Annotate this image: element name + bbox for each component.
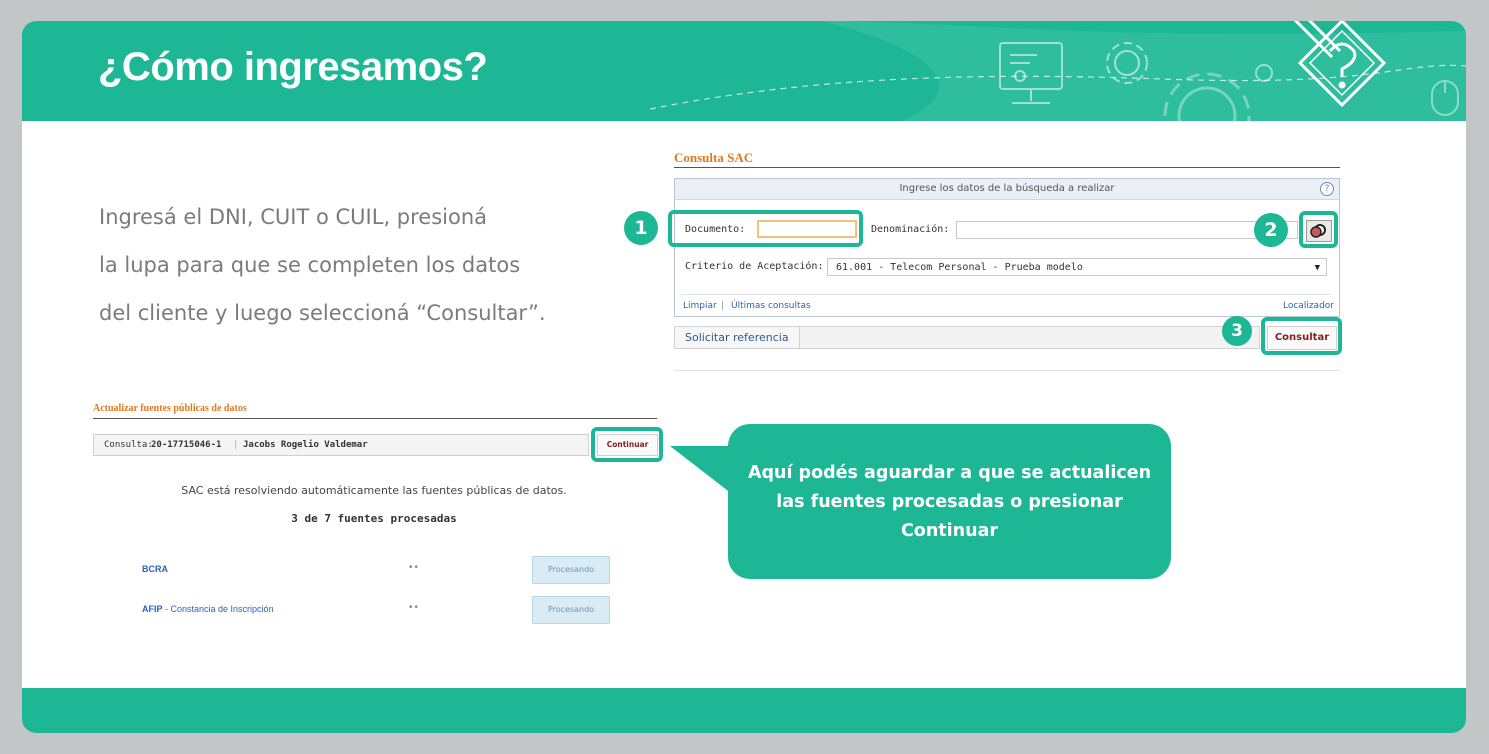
- chevron-down-icon: ▼: [1314, 263, 1320, 273]
- sac-divider: [674, 167, 1340, 168]
- ultimas-consultas-link[interactable]: Últimas consultas: [731, 301, 811, 311]
- callout-line: Continuar: [900, 521, 999, 541]
- source-name-afip[interactable]: AFIP - Constancia de Inscripción: [142, 604, 274, 614]
- consulta-nombre: Jacobs Rogelio Valdemar: [243, 440, 368, 450]
- actualizar-divider: [93, 418, 657, 419]
- callout-text: Aquí podés aguardar a que se actualicen …: [728, 459, 1171, 546]
- procesando-button[interactable]: Procesando: [532, 596, 610, 624]
- resolving-text: SAC está resolviendo automáticamente las…: [181, 484, 567, 497]
- help-icon[interactable]: ?: [1320, 182, 1334, 196]
- sac-instructions-text: Ingrese los datos de la búsqueda a reali…: [899, 183, 1115, 194]
- step-2-badge: 2: [1254, 213, 1288, 247]
- step-3-badge: 3: [1222, 316, 1252, 346]
- limpiar-link[interactable]: Limpiar: [683, 301, 717, 311]
- header-banner: ¿Cómo ingresamos?: [22, 21, 1466, 121]
- slide-card: ¿Cómo ingresamos? Ingresá el DNI, CUIT o…: [22, 21, 1466, 733]
- actualizar-title: Actualizar fuentes públicas de datos: [93, 403, 247, 414]
- intro-text: Ingresá el DNI, CUIT o CUIL, presioná la…: [99, 193, 599, 337]
- intro-line: del cliente y luego seleccioná “Consulta…: [99, 301, 546, 325]
- solicitar-referencia-button[interactable]: Solicitar referencia: [675, 327, 800, 348]
- step-1-badge: 1: [624, 211, 658, 245]
- progress-dots: ••: [409, 562, 421, 573]
- consulta-label: Consulta:: [104, 440, 153, 450]
- localizador-link[interactable]: Localizador: [1283, 301, 1334, 311]
- header-decoration: [649, 21, 1466, 121]
- callout-line: Aquí podés aguardar a que se actualicen: [747, 463, 1152, 483]
- denominacion-label: Denominación:: [871, 224, 950, 235]
- link-separator: |: [721, 301, 725, 311]
- source-name: BCRA: [142, 564, 168, 574]
- progress-dots: ••: [409, 602, 421, 613]
- source-detail: - Constancia de Inscripción: [162, 604, 274, 614]
- continuar-highlight: [591, 427, 663, 462]
- source-name: AFIP: [142, 604, 163, 614]
- procesando-button[interactable]: Procesando: [532, 556, 610, 584]
- consulta-separator: |: [233, 440, 239, 450]
- sac-title: Consulta SAC: [674, 150, 754, 165]
- footer-band: [22, 688, 1466, 733]
- sac-bottom-divider: [674, 370, 1340, 371]
- criterio-select[interactable]: 61.001 - Telecom Personal - Prueba model…: [827, 258, 1327, 276]
- sac-form: Ingrese los datos de la búsqueda a reali…: [674, 178, 1340, 317]
- callout-bubble: Aquí podés aguardar a que se actualicen …: [728, 424, 1171, 579]
- intro-line: Ingresá el DNI, CUIT o CUIL, presioná: [99, 205, 488, 229]
- form-divider: [681, 294, 1331, 295]
- step-2-highlight: [1299, 211, 1338, 248]
- step-1-highlight: [668, 210, 863, 247]
- processed-count: 3 de 7 fuentes procesadas: [291, 512, 457, 525]
- intro-line: la lupa para que se completen los datos: [99, 253, 521, 277]
- consulta-bar: Consulta: 20-17715046-1 | Jacobs Rogelio…: [93, 434, 589, 456]
- reference-bar: Solicitar referencia: [674, 326, 1260, 349]
- source-name-bcra[interactable]: BCRA: [142, 564, 168, 574]
- sac-instructions: Ingrese los datos de la búsqueda a reali…: [675, 179, 1339, 200]
- callout-line: las fuentes procesadas o presionar: [776, 492, 1123, 512]
- consulta-id: 20-17715046-1: [151, 440, 222, 450]
- criterio-value: 61.001 - Telecom Personal - Prueba model…: [836, 262, 1083, 273]
- page-title: ¿Cómo ingresamos?: [98, 45, 488, 89]
- criterio-label: Criterio de Aceptación:: [685, 261, 824, 272]
- step-3-highlight: [1261, 317, 1342, 355]
- denominacion-input[interactable]: [956, 221, 1298, 239]
